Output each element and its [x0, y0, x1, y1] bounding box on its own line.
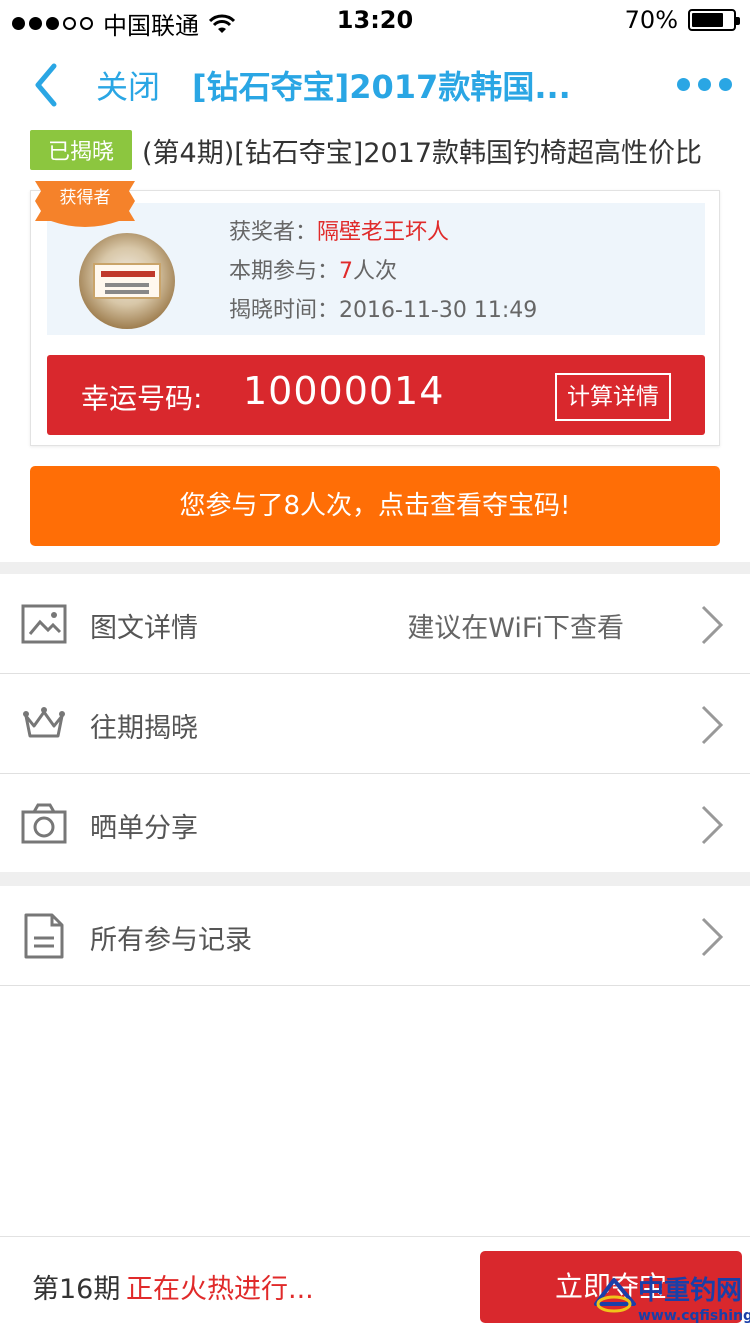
- chevron-right-icon: [701, 705, 724, 745]
- page-title: [钻石夺宝]2017款韩国...: [192, 68, 571, 106]
- section-divider: [0, 872, 750, 886]
- winner-label: 获奖者：: [229, 220, 318, 245]
- watermark-logo: 中重钓网 www.cqfishing.net: [592, 1268, 750, 1330]
- menu-label-share: 晒单分享: [90, 813, 198, 844]
- chevron-right-icon: [701, 917, 724, 957]
- image-icon: [21, 604, 67, 644]
- document-icon: [24, 913, 64, 959]
- lucky-number-bar: 幸运号码: 10000014 计算详情: [47, 355, 705, 435]
- watermark-text: 中重钓网: [638, 1276, 743, 1306]
- status-bar: 中国联通 13:20 70%: [0, 0, 750, 40]
- avatar: [79, 233, 175, 329]
- menu-item-records[interactable]: 所有参与记录: [0, 886, 750, 986]
- menu-item-details[interactable]: 图文详情 建议在WiFi下查看: [0, 574, 750, 674]
- nav-bar: 关闭 [钻石夺宝]2017款韩国...: [0, 40, 750, 128]
- status-right: 70%: [624, 6, 740, 34]
- wifi-hint: 建议在WiFi下查看: [407, 613, 624, 644]
- close-button[interactable]: 关闭: [96, 62, 160, 108]
- winner-card: 获奖者：隔壁老王坏人 本期参与：7人次 揭晓时间：2016-11-30 11:4…: [30, 181, 720, 446]
- page: 中国联通 13:20 70% 关闭 [钻石夺宝]2017款韩国... 已揭晓 (…: [0, 0, 750, 1334]
- winner-info: 获奖者：隔壁老王坏人 本期参与：7人次 揭晓时间：2016-11-30 11:4…: [229, 213, 537, 330]
- winner-info-box: 获奖者：隔壁老王坏人 本期参与：7人次 揭晓时间：2016-11-30 11:4…: [47, 203, 705, 335]
- current-issue: 第16期: [32, 1274, 121, 1305]
- product-title: (第4期)[钻石夺宝]2017款韩国钓椅超高性价比: [142, 137, 703, 169]
- chevron-right-icon: [701, 605, 724, 645]
- chevron-right-icon: [701, 805, 724, 845]
- lucky-number: 10000014: [243, 369, 445, 413]
- section-divider: [0, 562, 750, 574]
- menu-item-share[interactable]: 晒单分享: [0, 774, 750, 874]
- menu-item-history[interactable]: 往期揭晓: [0, 674, 750, 774]
- menu-label-records: 所有参与记录: [90, 925, 252, 956]
- status-badge: 已揭晓: [30, 130, 133, 170]
- menu-label-history: 往期揭晓: [90, 713, 198, 744]
- calc-details-button[interactable]: 计算详情: [555, 373, 671, 421]
- winner-ribbon-icon: 获得者: [35, 181, 135, 227]
- issue-status[interactable]: 正在火热进行...: [126, 1267, 314, 1306]
- winner-ribbon-label: 获得者: [60, 188, 111, 208]
- reveal-time-line: 揭晓时间：2016-11-30 11:49: [229, 291, 537, 330]
- winner-line: 获奖者：隔壁老王坏人: [229, 213, 537, 252]
- lucky-number-label: 幸运号码:: [81, 382, 203, 415]
- battery-percent: 70%: [624, 6, 678, 34]
- crown-icon: [23, 707, 65, 738]
- watermark-url: www.cqfishing.net: [638, 1308, 750, 1324]
- participation-line: 本期参与：7人次: [229, 252, 537, 291]
- back-chevron-icon[interactable]: [28, 60, 68, 110]
- reveal-time-label: 揭晓时间：: [229, 298, 340, 323]
- product-title-row: 已揭晓 (第4期)[钻石夺宝]2017款韩国钓椅超高性价比: [30, 130, 730, 170]
- menu-label-details: 图文详情: [90, 613, 198, 644]
- more-icon[interactable]: [677, 78, 732, 91]
- camera-icon: [21, 803, 67, 844]
- fish-logo-icon: [594, 1278, 636, 1313]
- participation-unit: 人次: [353, 259, 398, 284]
- participation-label: 本期参与：: [229, 259, 340, 284]
- battery-icon: [688, 9, 740, 31]
- winner-name[interactable]: 隔壁老王坏人: [317, 220, 449, 245]
- avatar-image-label: [93, 263, 161, 299]
- reveal-time: 2016-11-30 11:49: [339, 298, 538, 323]
- participation-count: 7: [339, 259, 354, 284]
- view-codes-button[interactable]: 您参与了8人次，点击查看夺宝码!: [30, 466, 720, 546]
